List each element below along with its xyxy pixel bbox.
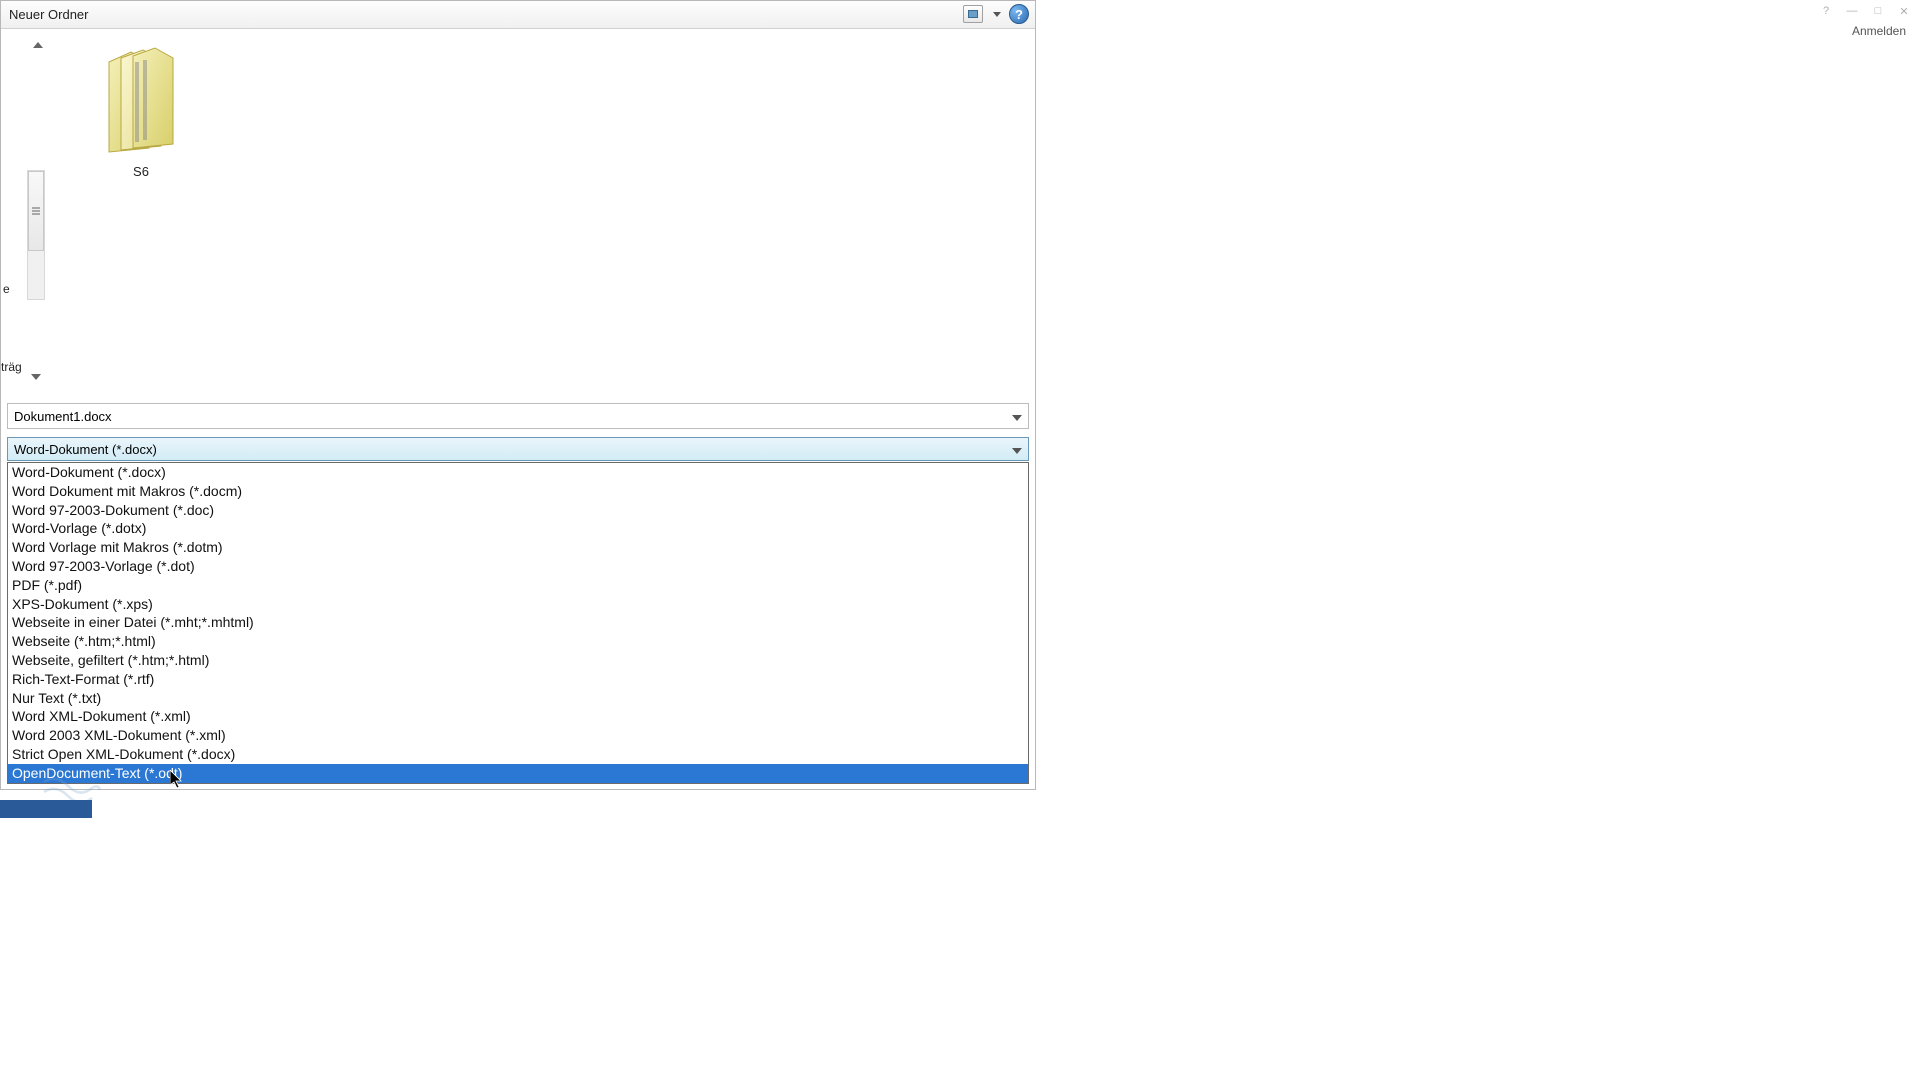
nav-pane-stub: e träg <box>1 30 51 392</box>
scrollbar-track[interactable] <box>27 170 45 300</box>
file-list-pane[interactable]: S6 <box>51 30 1035 392</box>
watermark <box>42 778 102 802</box>
view-mode-dropdown-icon[interactable] <box>993 12 1001 17</box>
filetype-option[interactable]: Word 97-2003-Vorlage (*.dot) <box>8 557 1028 576</box>
help-icon: ? <box>1015 7 1023 22</box>
filetype-option[interactable]: Word Vorlage mit Makros (*.dotm) <box>8 538 1028 557</box>
filetype-option[interactable]: Word-Dokument (*.docx) <box>8 463 1028 482</box>
save-dialog: Neuer Ordner ? e träg <box>0 0 1036 790</box>
dialog-title: Neuer Ordner <box>9 7 88 22</box>
filetype-option[interactable]: Rich-Text-Format (*.rtf) <box>8 670 1028 689</box>
filetype-selected-value: Word-Dokument (*.docx) <box>14 442 157 457</box>
chevron-down-icon[interactable] <box>1012 409 1022 424</box>
filetype-option[interactable]: Webseite in einer Datei (*.mht;*.mhtml) <box>8 613 1028 632</box>
view-mode-button[interactable] <box>963 5 983 23</box>
folder-item[interactable]: S6 <box>81 42 201 179</box>
chevron-down-icon[interactable] <box>1012 442 1022 457</box>
filetype-option[interactable]: Word XML-Dokument (*.xml) <box>8 707 1028 726</box>
filetype-option[interactable]: Nur Text (*.txt) <box>8 689 1028 708</box>
parent-close-icon[interactable]: ✕ <box>1898 5 1910 17</box>
filetype-option[interactable]: Word 97-2003-Dokument (*.doc) <box>8 501 1028 520</box>
help-button[interactable]: ? <box>1009 4 1029 24</box>
filetype-option[interactable]: XPS-Dokument (*.xps) <box>8 595 1028 614</box>
parent-maximize-icon[interactable]: □ <box>1872 5 1884 17</box>
view-mode-icon <box>968 10 978 18</box>
filetype-option[interactable]: Word Dokument mit Makros (*.docm) <box>8 482 1028 501</box>
dialog-titlebar: Neuer Ordner ? <box>1 1 1035 29</box>
filename-value: Dokument1.docx <box>14 409 112 424</box>
scrollbar-thumb[interactable] <box>28 171 44 251</box>
filetype-option[interactable]: PDF (*.pdf) <box>8 576 1028 595</box>
filetype-option[interactable]: Word-Vorlage (*.dotx) <box>8 519 1028 538</box>
folder-label: S6 <box>81 164 201 179</box>
filetype-option[interactable]: Word 2003 XML-Dokument (*.xml) <box>8 726 1028 745</box>
taskbar-fragment <box>0 800 92 818</box>
filetype-option[interactable]: Webseite, gefiltert (*.htm;*.html) <box>8 651 1028 670</box>
parent-window: ? — □ ✕ Anmelden <box>1040 0 1920 56</box>
mouse-cursor <box>170 770 186 793</box>
nav-text-fragment: träg <box>1 360 22 374</box>
filename-combobox[interactable]: Dokument1.docx <box>7 403 1029 429</box>
filetype-option[interactable]: OpenDocument-Text (*.odt) <box>8 764 1028 783</box>
nav-text-fragment: e <box>3 282 10 296</box>
filetype-dropdown-list[interactable]: Word-Dokument (*.docx)Word Dokument mit … <box>7 462 1029 784</box>
filetype-option[interactable]: Strict Open XML-Dokument (*.docx) <box>8 745 1028 764</box>
sign-in-link[interactable]: Anmelden <box>1852 24 1906 38</box>
parent-help-icon[interactable]: ? <box>1820 5 1832 17</box>
folder-icon <box>91 42 191 160</box>
filetype-combobox[interactable]: Word-Dokument (*.docx) <box>7 437 1029 461</box>
filetype-option[interactable]: Webseite (*.htm;*.html) <box>8 632 1028 651</box>
parent-titlebar: ? — □ ✕ <box>1040 0 1920 22</box>
parent-minimize-icon[interactable]: — <box>1846 5 1858 17</box>
scroll-up-icon[interactable] <box>31 38 45 52</box>
